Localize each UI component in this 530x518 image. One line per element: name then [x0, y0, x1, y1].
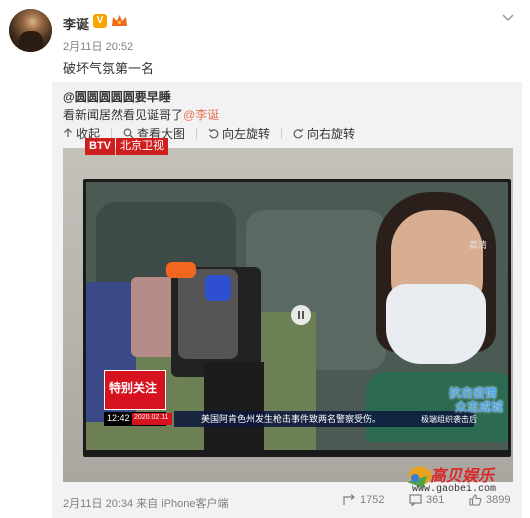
- crown-icon: [112, 15, 127, 26]
- tv-clock: 12:42: [107, 413, 130, 423]
- chevron-down-icon[interactable]: [500, 10, 516, 24]
- weibo-post: 李诞 V 2月11日 20:52 破坏气氛第一名 @圆圆圆圆圆要早睡 看新闻居然…: [0, 0, 530, 518]
- camera-icon: [205, 275, 231, 301]
- original-author[interactable]: @圆圆圆圆圆要早睡: [63, 88, 171, 105]
- arrow-up-icon: [64, 128, 72, 137]
- pause-icon[interactable]: [291, 305, 311, 325]
- face-mask: [386, 284, 486, 364]
- rotate-right-icon: [293, 128, 304, 138]
- repost-count: 1752: [360, 494, 385, 506]
- comment-count: 361: [426, 494, 445, 506]
- mention-link[interactable]: @李诞: [183, 108, 219, 122]
- repost-icon: [343, 494, 355, 505]
- avatar[interactable]: [9, 9, 52, 52]
- tripod: [204, 362, 264, 450]
- repost-button[interactable]: 1752: [343, 494, 384, 506]
- special-focus-label: 特别关注: [109, 381, 158, 395]
- divider: [281, 127, 283, 139]
- ticker-right-text: 极端组织袭击后: [421, 415, 477, 424]
- comment-button[interactable]: 361: [409, 494, 444, 506]
- post-text: 破坏气氛第一名: [63, 61, 155, 76]
- rotate-left-label: 向左旋转: [222, 126, 271, 141]
- verified-icon: V: [93, 14, 107, 28]
- author-name[interactable]: 李诞: [63, 14, 89, 33]
- rotate-right-label: 向右旋转: [307, 126, 356, 141]
- epidemic-slogan-2: 众志成城: [455, 400, 504, 414]
- orange-knob: [166, 262, 196, 278]
- like-button[interactable]: 3899: [469, 494, 510, 506]
- comment-icon: [409, 494, 422, 506]
- rotate-right-button[interactable]: 向右旋转: [293, 125, 355, 142]
- rotate-left-button[interactable]: 向左旋转: [208, 125, 270, 142]
- rotate-left-icon: [208, 128, 219, 138]
- ticker-text: 美国阿肯色州发生枪击事件致两名警察受伤。: [201, 414, 382, 424]
- btv-logo: BTV: [85, 138, 115, 155]
- post-time[interactable]: 2月11日 20:52: [63, 38, 133, 54]
- search-icon: [123, 128, 134, 138]
- channel-name: 北京卫视: [116, 138, 168, 155]
- hd-label: 高清: [469, 240, 488, 250]
- thumbs-up-icon: [469, 494, 482, 506]
- divider: [196, 127, 198, 139]
- divider: [111, 127, 113, 139]
- watermark-name: 高贝娱乐: [430, 466, 495, 485]
- avatar-figure: [19, 31, 43, 52]
- like-count: 3899: [486, 494, 511, 506]
- original-text: 看新闻居然看见诞哥了@李诞: [63, 106, 219, 123]
- repost-card: @圆圆圆圆圆要早睡 看新闻居然看见诞哥了@李诞 收起 查看大图 向左旋转 向右旋: [52, 82, 522, 518]
- original-text-body: 看新闻居然看见诞哥了: [63, 108, 184, 122]
- tv-date: 2020.02.11: [134, 414, 169, 421]
- post-image[interactable]: [63, 148, 513, 482]
- footer-time-source[interactable]: 2月11日 20:34 来自 iPhone客户端: [63, 495, 228, 511]
- phone: [178, 269, 238, 359]
